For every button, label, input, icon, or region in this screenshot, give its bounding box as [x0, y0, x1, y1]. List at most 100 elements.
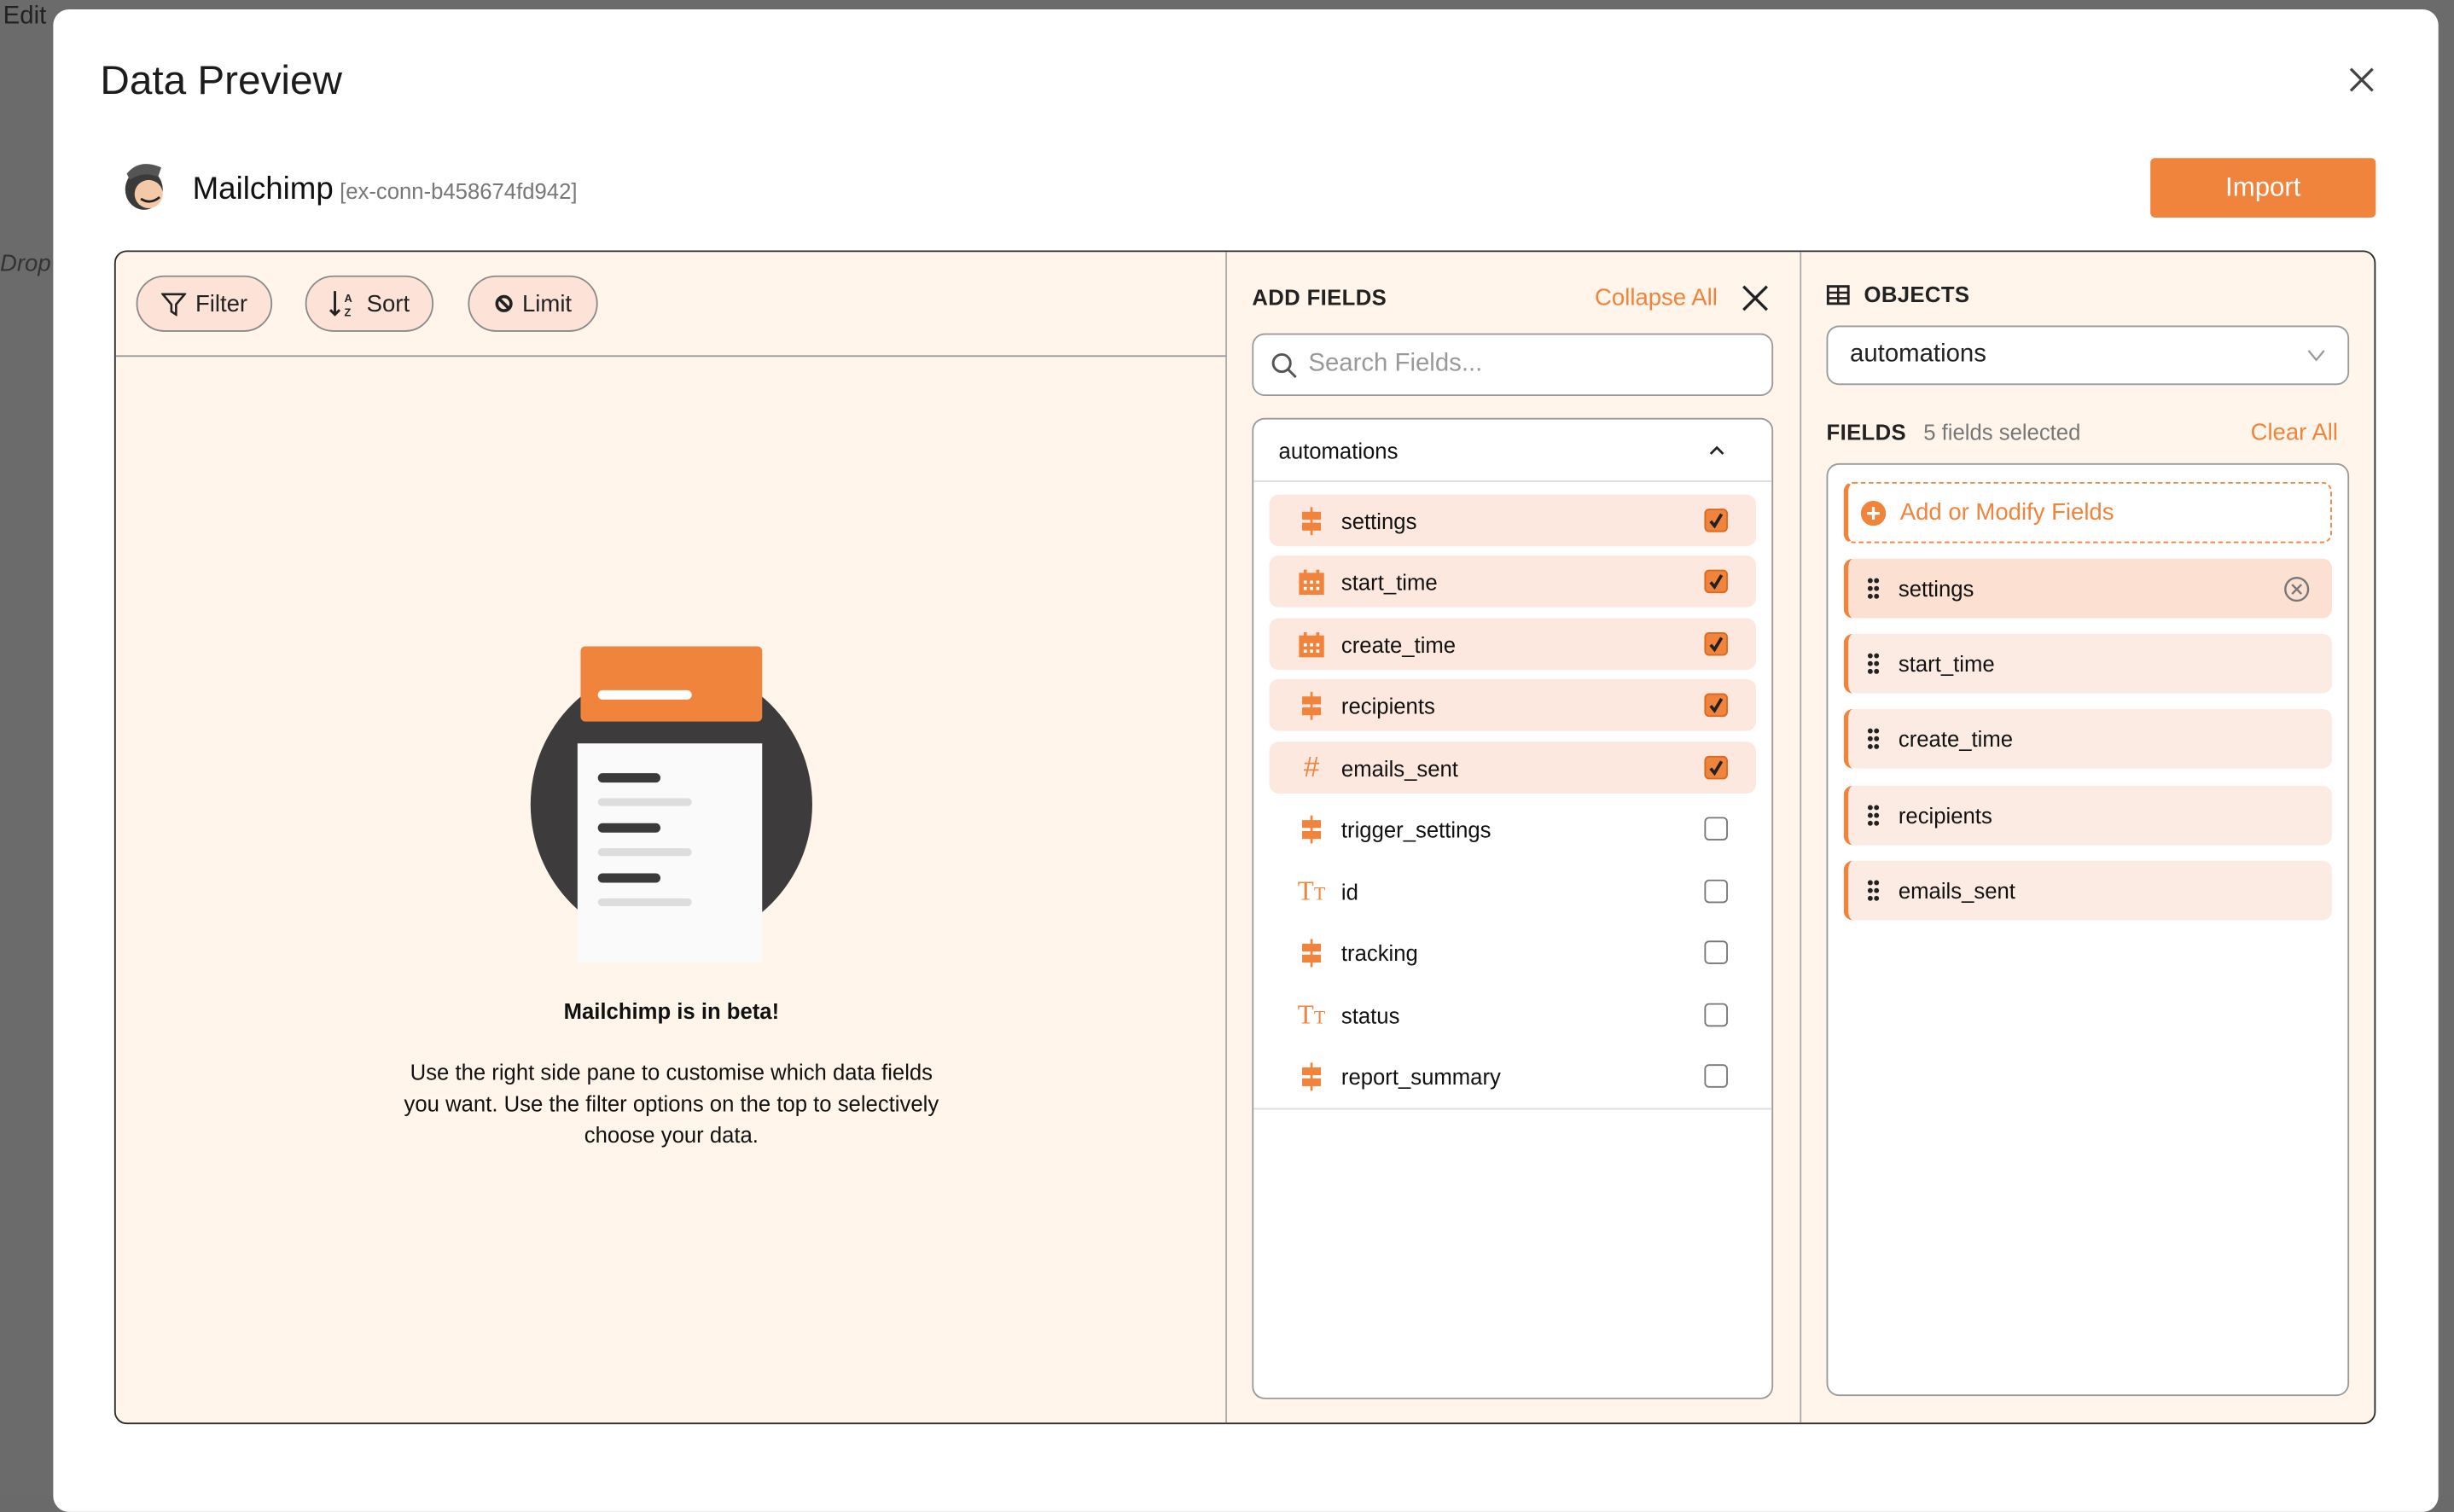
search-placeholder: Search Fields... — [1308, 350, 1483, 378]
selected-field-start_time[interactable]: start_time — [1843, 633, 2332, 694]
check-icon — [1709, 698, 1724, 713]
limit-label: Limit — [521, 290, 573, 317]
mailchimp-logo-icon — [125, 164, 163, 210]
field-item-emails_sent[interactable]: # emails_sent — [1269, 741, 1756, 794]
check-icon — [1709, 760, 1724, 776]
add-modify-fields-button[interactable]: Add or Modify Fields — [1843, 481, 2332, 544]
field-checkbox[interactable] — [1704, 632, 1728, 656]
selected-field-recipients[interactable]: recipients — [1843, 785, 2332, 846]
object-icon — [1291, 690, 1332, 719]
number-icon: # — [1303, 751, 1320, 783]
filter-button[interactable]: Filter — [136, 275, 273, 332]
selected-fields-list: Add or Modify Fields settings start_time… — [1826, 462, 2350, 1397]
field-label: trigger_settings — [1340, 816, 1492, 841]
field-item-settings[interactable]: settings — [1269, 494, 1756, 547]
field-label: report_summary — [1340, 1063, 1501, 1089]
object-icon — [1291, 506, 1332, 535]
field-checkbox[interactable] — [1704, 693, 1728, 718]
field-item-create_time[interactable]: create_time — [1269, 618, 1756, 671]
text-icon: TT — [1297, 875, 1326, 906]
chevron-up-icon — [1709, 445, 1724, 455]
search-fields-input[interactable]: Search Fields... — [1252, 333, 1774, 397]
filter-toolbar: Filter AZ Sort Limit — [115, 252, 1228, 358]
field-label: settings — [1340, 508, 1417, 533]
field-checkbox[interactable] — [1704, 1003, 1728, 1027]
field-item-report_summary[interactable]: report_summary — [1270, 1050, 1756, 1102]
svg-text:A: A — [345, 292, 352, 305]
import-button[interactable]: Import — [2150, 158, 2376, 218]
field-item-trigger_settings[interactable]: trigger_settings — [1270, 803, 1756, 855]
field-item-start_time[interactable]: start_time — [1269, 555, 1756, 608]
field-label: create_time — [1340, 631, 1457, 657]
calendar-icon — [1291, 567, 1332, 596]
field-item-recipients[interactable]: recipients — [1269, 679, 1756, 731]
selected-field-label: emails_sent — [1898, 877, 2015, 904]
field-list: automations settings start_time create_t… — [1252, 417, 1774, 1399]
empty-state-heading: Mailchimp is in beta! — [563, 998, 780, 1024]
sort-az-icon: AZ — [329, 291, 352, 318]
field-checkbox[interactable] — [1704, 940, 1728, 964]
empty-state-line: Use the right side pane to customise whi… — [410, 1059, 933, 1085]
drag-handle-icon[interactable] — [1867, 653, 1880, 675]
field-checkbox[interactable] — [1704, 817, 1728, 840]
field-checkbox[interactable] — [1704, 509, 1728, 532]
field-checkbox[interactable] — [1704, 879, 1728, 904]
field-label: id — [1340, 878, 1358, 904]
field-item-tracking[interactable]: tracking — [1270, 927, 1756, 979]
close-pane-icon[interactable] — [1741, 283, 1771, 313]
selected-field-label: settings — [1898, 575, 1974, 602]
objects-pane: OBJECTS automations FIELDS 5 fields sele… — [1801, 252, 2374, 1422]
check-icon — [1709, 513, 1724, 529]
preview-empty-area: Mailchimp is in beta! Use the right side… — [116, 357, 1228, 1423]
background-menu-edit: Edit — [3, 3, 47, 30]
field-label: recipients — [1340, 692, 1435, 718]
empty-state-line: you want. Use the filter options on the … — [404, 1090, 939, 1116]
search-icon — [1271, 352, 1297, 378]
field-item-id[interactable]: TT id — [1270, 865, 1756, 917]
selected-field-label: create_time — [1898, 726, 2014, 752]
drag-handle-icon[interactable] — [1867, 880, 1880, 902]
drag-handle-icon[interactable] — [1867, 805, 1880, 827]
object-select[interactable]: automations — [1826, 325, 2350, 386]
connector-title: Mailchimp — [192, 172, 334, 207]
selected-field-create_time[interactable]: create_time — [1843, 708, 2332, 769]
field-label: start_time — [1340, 568, 1438, 595]
empty-state-illustration — [530, 646, 812, 963]
fields-title: FIELDS — [1826, 419, 1907, 445]
add-fields-title: ADD FIELDS — [1252, 284, 1387, 311]
objects-title: OBJECTS — [1864, 282, 1970, 307]
objects-header: OBJECTS — [1826, 282, 1970, 307]
plus-circle-icon — [1860, 500, 1887, 526]
group-label: automations — [1278, 437, 1399, 463]
field-checkbox[interactable] — [1704, 1064, 1728, 1088]
calendar-icon — [1291, 630, 1332, 658]
empty-state-line: choose your data. — [584, 1122, 759, 1148]
object-icon — [1291, 938, 1332, 967]
modal-title: Data Preview — [100, 56, 343, 104]
check-icon — [1709, 637, 1724, 653]
remove-circle-icon[interactable] — [2283, 575, 2310, 602]
field-item-status[interactable]: TT status — [1270, 989, 1756, 1041]
limit-button[interactable]: Limit — [468, 275, 598, 332]
collapse-all-link[interactable]: Collapse All — [1595, 285, 1718, 311]
field-label: emails_sent — [1340, 755, 1458, 781]
list-divider — [1253, 1108, 1772, 1110]
object-select-value: automations — [1850, 340, 1986, 369]
filter-label: Filter — [195, 290, 248, 317]
text-icon: TT — [1297, 999, 1326, 1029]
clear-all-link[interactable]: Clear All — [2251, 420, 2338, 446]
drag-handle-icon[interactable] — [1867, 728, 1880, 750]
selected-field-emails_sent[interactable]: emails_sent — [1843, 860, 2332, 921]
field-checkbox[interactable] — [1704, 755, 1728, 780]
sort-button[interactable]: AZ Sort — [305, 275, 434, 332]
object-icon — [1291, 1061, 1332, 1090]
connector-id: [ex-conn-b458674fd942] — [340, 178, 578, 204]
selected-field-settings[interactable]: settings — [1843, 558, 2332, 619]
drag-handle-icon[interactable] — [1867, 578, 1880, 600]
field-checkbox[interactable] — [1704, 569, 1728, 594]
add-fields-pane: ADD FIELDS Collapse All Search Fields...… — [1227, 252, 1802, 1423]
group-header-automations[interactable]: automations — [1253, 420, 1772, 482]
svg-text:Z: Z — [345, 306, 352, 318]
close-icon[interactable] — [2345, 62, 2379, 96]
field-label: tracking — [1340, 939, 1418, 965]
